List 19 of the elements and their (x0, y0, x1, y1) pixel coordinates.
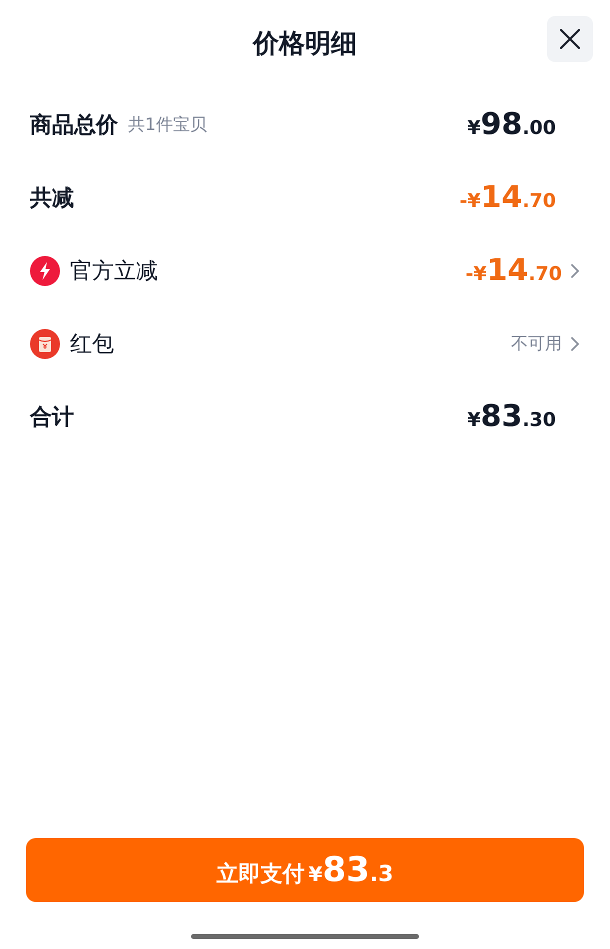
lightning-icon (30, 256, 60, 286)
row-label: 共减 (30, 184, 74, 212)
row-label: 官方立减 (70, 258, 158, 286)
envelope-icon (30, 328, 60, 358)
price: -¥14.70 (459, 180, 556, 215)
row-label: 合计 (30, 404, 74, 432)
price: ¥98.00 (467, 107, 556, 142)
price: -¥14.70 (465, 253, 562, 288)
chevron-icon[interactable] (570, 336, 580, 352)
row-label: 商品总价 (30, 112, 118, 140)
close-icon (559, 28, 581, 50)
sheet-title: 价格明细 (253, 28, 357, 60)
status-text: 不可用 (511, 333, 562, 355)
price: ¥83.30 (467, 399, 556, 434)
item-count: 共1件宝贝 (128, 114, 207, 136)
pay-button[interactable]: 立即支付 ¥83.3 (26, 838, 584, 902)
close-button[interactable] (547, 16, 593, 62)
row-label: 红包 (70, 330, 114, 358)
chevron-icon[interactable] (570, 262, 580, 278)
